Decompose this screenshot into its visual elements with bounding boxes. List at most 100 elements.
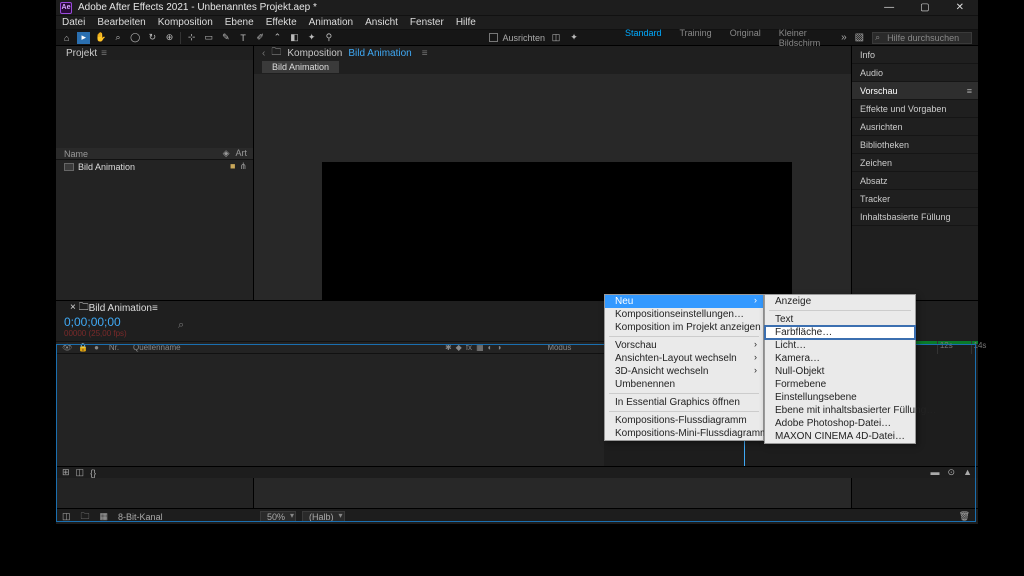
- menu-komposition[interactable]: Komposition: [158, 17, 213, 28]
- switch-icon6[interactable]: ◑: [496, 343, 501, 352]
- project-tab[interactable]: Projekt≡: [56, 46, 253, 60]
- maximize-button[interactable]: ▢: [920, 2, 929, 13]
- ctx-neu[interactable]: Neu: [605, 295, 763, 308]
- ctx-photoshop[interactable]: Adobe Photoshop-Datei…: [765, 417, 915, 430]
- ctx-farbflaeche[interactable]: Farbfläche…: [765, 326, 915, 339]
- panel-fullung[interactable]: Inhaltsbasierte Füllung: [852, 208, 978, 226]
- lock-col-icon[interactable]: 🔒: [78, 343, 88, 352]
- panel-ausrichten[interactable]: Ausrichten: [852, 118, 978, 136]
- menu-bearbeiten[interactable]: Bearbeiten: [97, 17, 145, 28]
- panel-bibliotheken[interactable]: Bibliotheken: [852, 136, 978, 154]
- workspace-standard[interactable]: Standard: [625, 28, 662, 48]
- ctx-licht[interactable]: Licht…: [765, 339, 915, 352]
- hand-tool-icon[interactable]: ✋: [94, 32, 107, 44]
- ctx-ansichten[interactable]: Ansichten-Layout wechseln: [605, 352, 763, 365]
- menu-hilfe[interactable]: Hilfe: [456, 17, 476, 28]
- ctx-text[interactable]: Text: [765, 313, 915, 326]
- trash-icon[interactable]: 🗑: [959, 511, 978, 522]
- minimize-button[interactable]: —: [884, 2, 894, 13]
- flow-icon[interactable]: ⋔: [239, 161, 247, 172]
- ctx-essential-graphics[interactable]: In Essential Graphics öffnen: [605, 396, 763, 409]
- puppet-tool-icon[interactable]: ⚲: [322, 32, 335, 44]
- panel-effekte[interactable]: Effekte und Vorgaben: [852, 100, 978, 118]
- snap-checkbox[interactable]: [489, 33, 498, 42]
- panel-vorschau[interactable]: Vorschau: [852, 82, 978, 100]
- rotate-tool-icon[interactable]: ↻: [146, 32, 159, 44]
- comp-head-name[interactable]: Bild Animation: [348, 48, 411, 59]
- bpc-toggle[interactable]: 8-Bit-Kanal: [118, 512, 163, 522]
- menu-datei[interactable]: Datei: [62, 17, 85, 28]
- ctx-umbenennen[interactable]: Umbenennen: [605, 378, 763, 391]
- toggle-brackets-icon[interactable]: {}: [90, 468, 96, 478]
- text-tool-icon[interactable]: T: [237, 32, 250, 44]
- eye-col-icon[interactable]: 👁: [62, 343, 72, 352]
- composition-tab[interactable]: Bild Animation: [262, 61, 339, 73]
- selection-tool-icon[interactable]: ▸: [77, 32, 90, 44]
- roto-tool-icon[interactable]: ✦: [305, 32, 318, 44]
- ctx-cinema4d[interactable]: MAXON CINEMA 4D-Datei…: [765, 430, 915, 443]
- close-button[interactable]: ✕: [956, 2, 964, 13]
- switch-icon4[interactable]: ▦: [476, 343, 484, 352]
- menu-ansicht[interactable]: Ansicht: [365, 17, 398, 28]
- ctx-kamera[interactable]: Kamera…: [765, 352, 915, 365]
- menu-effekte[interactable]: Effekte: [266, 17, 297, 28]
- home-icon[interactable]: ⌂: [60, 32, 73, 44]
- interpret-icon[interactable]: ◫: [62, 511, 71, 522]
- ctx-null[interactable]: Null-Objekt: [765, 365, 915, 378]
- shy-col-icon[interactable]: ●: [94, 343, 99, 352]
- ctx-inhaltsbasiert[interactable]: Ebene mit inhaltsbasierter Füllung…: [765, 404, 915, 417]
- folder-icon[interactable]: 🗀: [271, 45, 281, 62]
- help-search-input[interactable]: Hilfe durchsuchen: [872, 32, 972, 44]
- workspace-kleiner[interactable]: Kleiner Bildschirm: [779, 28, 837, 48]
- ctx-vorschau[interactable]: Vorschau: [605, 339, 763, 352]
- toggle-switches-icon[interactable]: ⊞: [62, 467, 70, 478]
- panel-audio[interactable]: Audio: [852, 64, 978, 82]
- panel-info[interactable]: Info: [852, 46, 978, 64]
- menu-ebene[interactable]: Ebene: [225, 17, 254, 28]
- toggle-modes-icon[interactable]: ◫: [76, 467, 85, 478]
- ctx-einstellungsebene[interactable]: Einstellungsebene: [765, 391, 915, 404]
- eraser-tool-icon[interactable]: ◧: [288, 32, 301, 44]
- zoom-slider[interactable]: ⊙: [948, 467, 956, 478]
- clone-tool-icon[interactable]: ⌃: [271, 32, 284, 44]
- back-icon[interactable]: ‹: [262, 48, 265, 59]
- switch-icon[interactable]: ✱: [445, 343, 452, 352]
- new-comp-icon[interactable]: ▦: [100, 511, 109, 522]
- ctx-3d-ansicht[interactable]: 3D-Ansicht wechseln: [605, 365, 763, 378]
- workspace-original[interactable]: Original: [730, 28, 761, 48]
- panel-icon[interactable]: ▧: [855, 32, 864, 43]
- overflow-icon[interactable]: »: [841, 32, 847, 43]
- zoom-in-icon[interactable]: ▲: [963, 467, 972, 478]
- ctx-mini-flussdiagramm[interactable]: Kompositions-Mini-Flussdiagramm: [605, 427, 763, 440]
- orbit-tool-icon[interactable]: ◯: [129, 32, 142, 44]
- shape-tool-icon[interactable]: ▭: [202, 32, 215, 44]
- zoom-tool-icon[interactable]: ⌕: [111, 32, 124, 44]
- panel-tracker[interactable]: Tracker: [852, 190, 978, 208]
- timeline-search-icon[interactable]: ⌕: [178, 319, 184, 332]
- menu-fenster[interactable]: Fenster: [410, 17, 444, 28]
- snap-opt2-icon[interactable]: ✦: [567, 32, 581, 44]
- workspace-training[interactable]: Training: [680, 28, 712, 48]
- col-mode[interactable]: Modus: [547, 343, 571, 352]
- resolution-dropdown[interactable]: (Halb): [302, 511, 345, 522]
- switch-icon3[interactable]: fx: [466, 343, 472, 352]
- brush-tool-icon[interactable]: ✐: [254, 32, 267, 44]
- folder-icon[interactable]: 🗀: [81, 509, 90, 525]
- label-icon[interactable]: ◈: [223, 148, 230, 159]
- switch-icon2[interactable]: ◆: [456, 343, 462, 352]
- zoom-dropdown[interactable]: 50%: [260, 511, 296, 522]
- ctx-komp-einstellungen[interactable]: Kompositionseinstellungen…: [605, 308, 763, 321]
- col-name[interactable]: Name: [64, 149, 217, 159]
- project-item[interactable]: Bild Animation ■⋔: [56, 160, 253, 173]
- panel-absatz[interactable]: Absatz: [852, 172, 978, 190]
- anchor-tool-icon[interactable]: ⊹: [185, 32, 198, 44]
- pen-tool-icon[interactable]: ✎: [219, 32, 232, 44]
- switch-icon5[interactable]: ◐: [488, 343, 493, 352]
- menu-animation[interactable]: Animation: [309, 17, 353, 28]
- ctx-komp-anzeigen[interactable]: Komposition im Projekt anzeigen: [605, 321, 763, 334]
- snap-opt1-icon[interactable]: ◫: [549, 32, 563, 44]
- col-type[interactable]: Art: [235, 148, 247, 159]
- ctx-anzeige[interactable]: Anzeige: [765, 295, 915, 308]
- ctx-flussdiagramm[interactable]: Kompositions-Flussdiagramm: [605, 414, 763, 427]
- col-source-name[interactable]: Quellenname: [129, 343, 259, 352]
